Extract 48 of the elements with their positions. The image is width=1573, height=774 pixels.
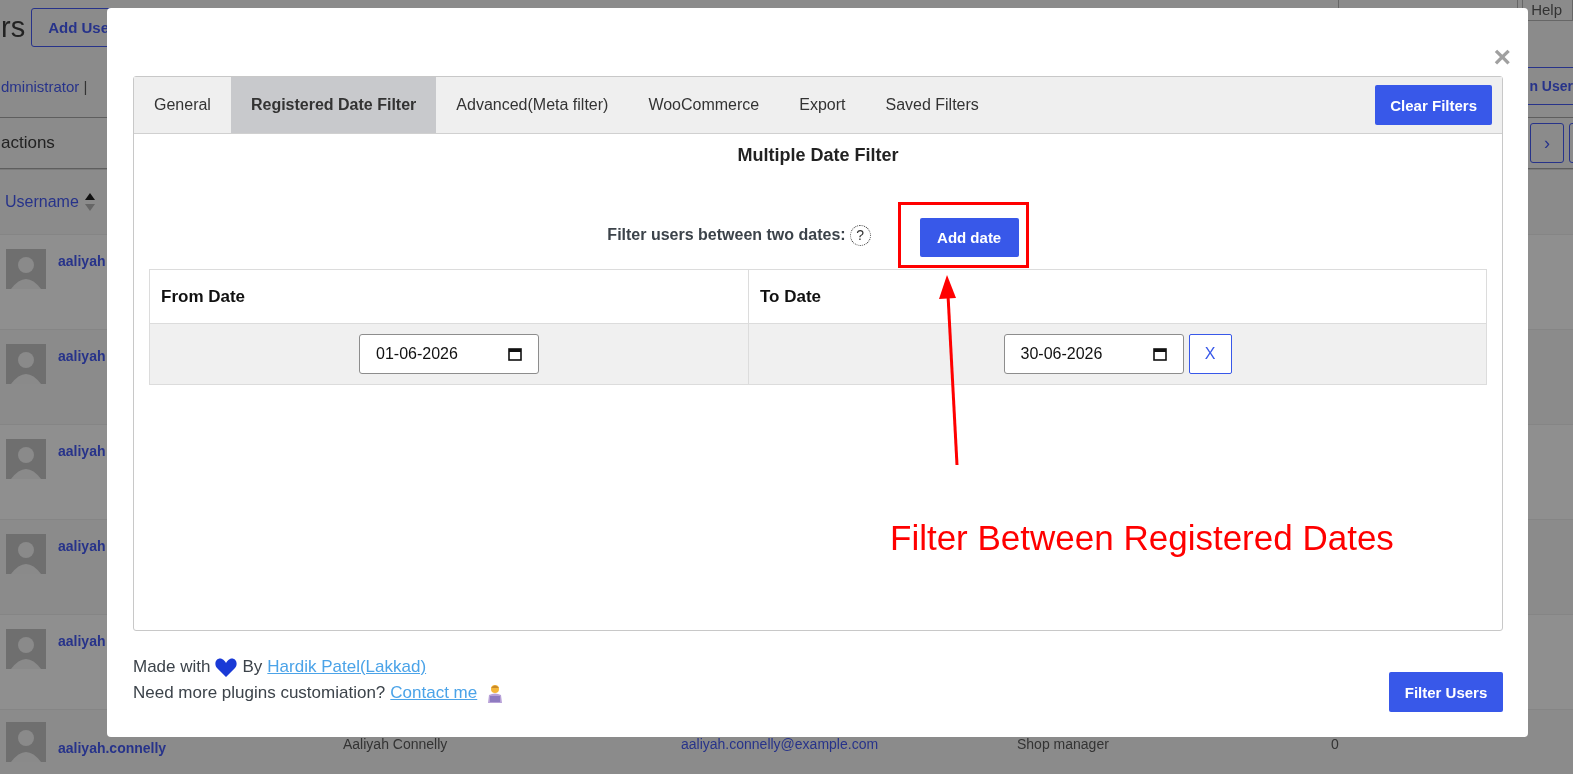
add-date-button[interactable]: Add date: [919, 218, 1019, 257]
annotation-text: Filter Between Registered Dates: [890, 518, 1394, 558]
made-with-text: Made with: [133, 657, 211, 677]
email-link[interactable]: aaliyah.connelly@example.com: [681, 736, 879, 752]
tab[interactable]: Registered Date Filter: [230, 77, 437, 133]
separator-text: |: [83, 77, 88, 95]
avatar-placeholder: [6, 344, 46, 384]
page-title: rs: [1, 10, 26, 44]
tab[interactable]: WooCommerce: [628, 77, 780, 133]
posts-cell: 0: [1331, 736, 1339, 752]
name-cell: Aaliyah Connelly: [343, 736, 448, 752]
calendar-icon: [508, 347, 522, 361]
bulk-actions-select[interactable]: actions: [1, 133, 55, 153]
filter-label: Filter users between two dates:: [607, 226, 846, 244]
section-title: Multiple Date Filter: [736, 145, 900, 166]
username-link[interactable]: aaliyah: [58, 633, 106, 649]
author-link[interactable]: Hardik Patel(Lakkad): [267, 657, 427, 677]
clear-filters-button[interactable]: Clear Filters: [1375, 85, 1492, 125]
date-field[interactable]: 30-06-2026: [1003, 334, 1184, 374]
calendar-icon: [1152, 347, 1167, 361]
person-at-laptop-icon: [486, 683, 505, 703]
username-link[interactable]: aaliyah: [58, 443, 106, 459]
by-text: By: [242, 657, 263, 677]
avatar-placeholder: [6, 534, 46, 574]
sort-icon: [84, 193, 95, 211]
remove-date-button[interactable]: X: [1188, 334, 1232, 374]
role-cell: Shop manager: [1017, 736, 1109, 752]
next-page-button[interactable]: ›: [1530, 123, 1564, 163]
tab[interactable]: General: [134, 77, 231, 133]
username-link[interactable]: aaliyah: [58, 538, 106, 554]
tab[interactable]: Export: [779, 77, 866, 133]
avatar-placeholder: [6, 629, 46, 669]
heart-icon: [215, 657, 238, 677]
tab[interactable]: Advanced(Meta filter): [436, 77, 629, 133]
close-button[interactable]: ×: [1493, 42, 1511, 72]
username-link[interactable]: aaliyah.connelly: [58, 740, 167, 756]
username-link[interactable]: aaliyah: [58, 253, 106, 269]
role-filter-link[interactable]: dministrator: [1, 77, 80, 95]
date-field[interactable]: 01-06-2026: [359, 334, 539, 374]
tab[interactable]: Saved Filters: [865, 77, 999, 133]
avatar-placeholder: [6, 439, 46, 479]
username-link[interactable]: aaliyah: [58, 348, 106, 364]
avatar-placeholder: [6, 249, 46, 289]
contact-link[interactable]: Contact me: [390, 683, 478, 703]
question-text: Need more plugins customiation?: [133, 683, 386, 703]
filter-users-button[interactable]: Filter Users: [1389, 672, 1503, 712]
username-column-header[interactable]: Username: [5, 193, 79, 211]
avatar-placeholder: [6, 722, 46, 762]
